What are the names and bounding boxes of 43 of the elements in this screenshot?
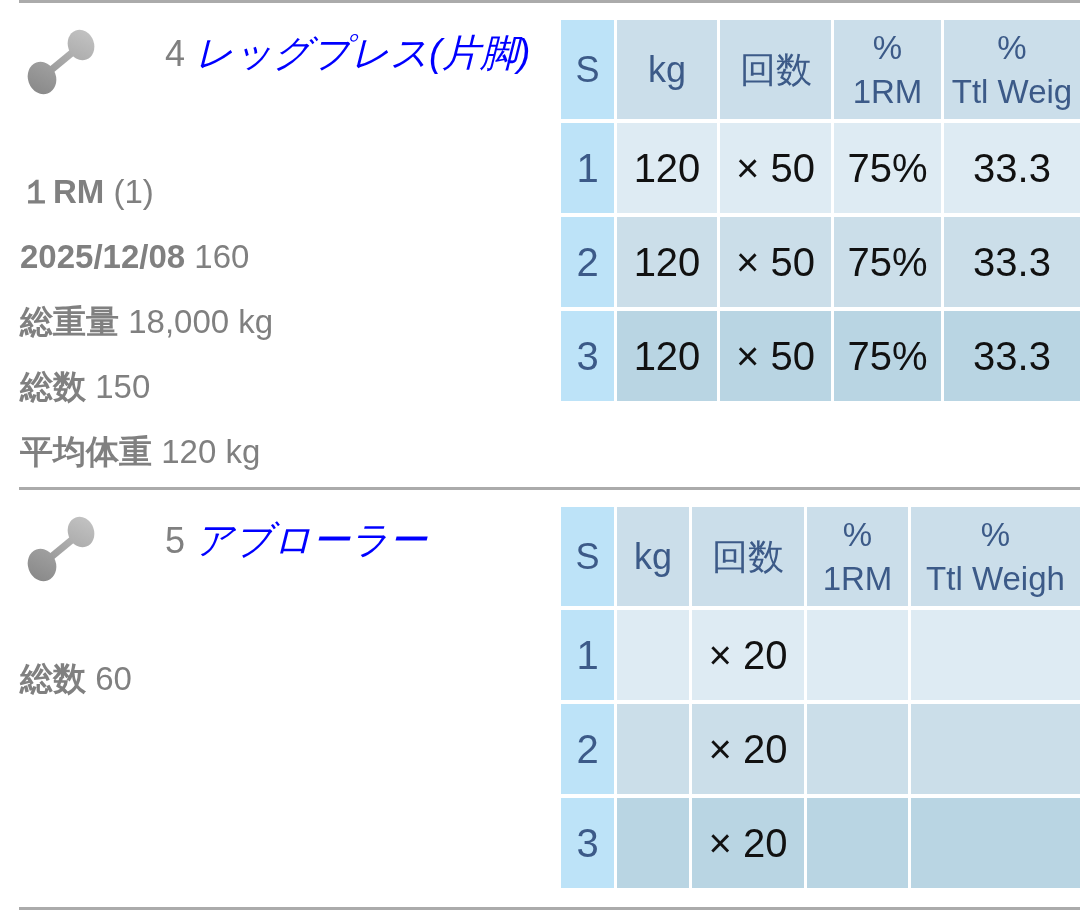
column-header: % Ttl Weig	[944, 20, 1080, 119]
set-number-cell: 2	[561, 704, 614, 794]
exercise-number: 4	[165, 32, 186, 76]
table-cell: 33.3	[944, 311, 1080, 401]
table-cell: 120	[617, 311, 717, 401]
stat-text: １RM (1)	[20, 172, 154, 212]
column-header: S	[561, 20, 614, 119]
table-cell: × 50	[720, 123, 831, 213]
stat-text: 2025/12/08 160	[20, 237, 250, 277]
set-number-cell: 1	[561, 123, 614, 213]
column-header: kg	[617, 507, 689, 606]
table-cell: 75%	[834, 123, 941, 213]
table-cell: × 20	[692, 704, 804, 794]
column-header: kg	[617, 20, 717, 119]
table-cell: 75%	[834, 217, 941, 307]
table-cell: 120	[617, 123, 717, 213]
table-cell: 33.3	[944, 217, 1080, 307]
column-header: % Ttl Weigh	[911, 507, 1080, 606]
table-cell: 33.3	[944, 123, 1080, 213]
column-header: 回数	[692, 507, 804, 606]
set-number-cell: 3	[561, 311, 614, 401]
column-header: 回数	[720, 20, 831, 119]
column-header: S	[561, 507, 614, 606]
exercise-link[interactable]: アブローラー	[195, 518, 428, 562]
table-cell: × 20	[692, 798, 804, 888]
stat-text: 総重量 18,000 kg	[20, 302, 274, 342]
table-cell: × 20	[692, 610, 804, 700]
dumbbell-icon	[27, 516, 95, 582]
table-cell: 75%	[834, 311, 941, 401]
set-number-cell: 3	[561, 798, 614, 888]
stat-text: 総数 60	[20, 659, 132, 699]
set-number-cell: 1	[561, 610, 614, 700]
exercise-link[interactable]: レッグプレス(片脚)	[195, 31, 531, 75]
table-cell: × 50	[720, 217, 831, 307]
table-cell: 120	[617, 217, 717, 307]
set-number-cell: 2	[561, 217, 614, 307]
table-cell: × 50	[720, 311, 831, 401]
stat-text: 平均体重 120 kg	[20, 432, 261, 472]
column-header: % 1RM	[807, 507, 908, 606]
exercise-number: 5	[165, 519, 186, 563]
stat-text: 総数 150	[20, 367, 151, 407]
column-header: % 1RM	[834, 20, 941, 119]
dumbbell-icon	[27, 29, 95, 95]
